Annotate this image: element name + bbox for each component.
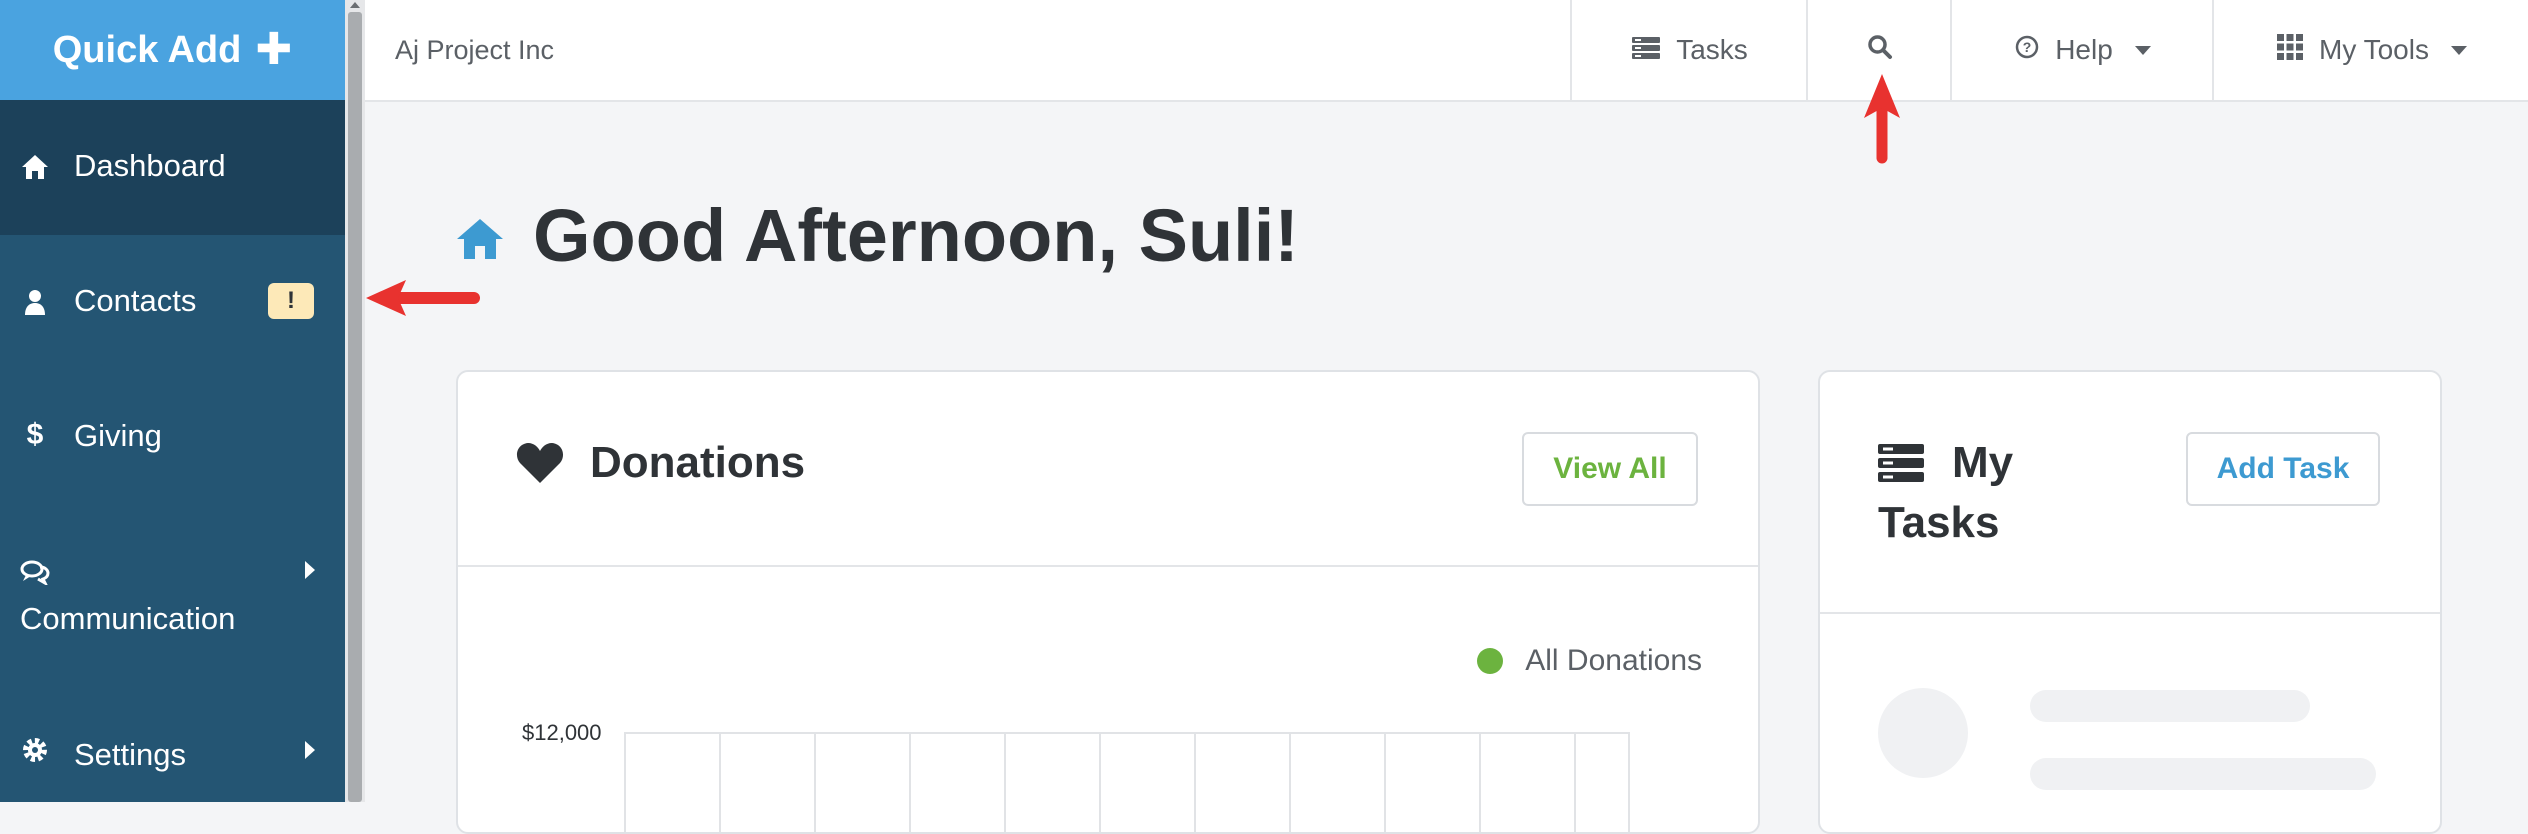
help-label: Help (2055, 34, 2113, 65)
scrollbar-thumb[interactable] (348, 12, 362, 802)
chevron-right-icon (305, 561, 315, 579)
view-all-button[interactable]: View All (1522, 432, 1698, 506)
quick-add-label: Quick Add (52, 28, 242, 71)
sidebar-item-label: Dashboard (74, 148, 226, 183)
scroll-up-arrow-icon[interactable] (350, 2, 360, 8)
organization-name: Aj Project Inc (395, 35, 555, 65)
page-title: Good Afternoon, Suli! (455, 190, 1299, 280)
sidebar-item-communication[interactable]: Communication (0, 505, 345, 685)
y-axis-tick-label: $12,000 (522, 720, 602, 745)
grid-icon (2277, 33, 2304, 67)
chat-icon (20, 557, 50, 587)
sidebar-item-giving[interactable]: $ Giving (0, 370, 345, 505)
dollar-icon: $ (26, 418, 44, 451)
donations-title: Donations (590, 438, 806, 487)
heart-icon (516, 440, 564, 489)
donations-chart-grid (624, 732, 1630, 832)
my-tasks-card: My Tasks Add Task (1818, 370, 2442, 834)
skeleton-avatar (1878, 688, 1968, 778)
donations-card: Donations View All All Donations $12,000 (456, 370, 1760, 834)
home-icon (455, 193, 505, 278)
sidebar-item-label: Giving (74, 418, 162, 453)
home-icon (20, 152, 50, 182)
tasks-icon (1632, 34, 1661, 66)
quick-add-button[interactable]: Quick Add ✚ (0, 0, 345, 100)
my-tools-label: My Tools (2319, 34, 2429, 65)
sidebar-item-dashboard[interactable]: Dashboard (0, 100, 345, 235)
greeting-text: Good Afternoon, Suli! (533, 193, 1299, 277)
my-tasks-title-line2: Tasks (1878, 498, 2000, 547)
help-menu[interactable]: ? Help (1950, 0, 2214, 100)
caret-down-icon (2134, 45, 2151, 55)
card-divider (458, 565, 1758, 567)
chevron-right-icon (305, 741, 315, 759)
skeleton-line (2030, 690, 2310, 722)
search-icon (1867, 34, 1893, 67)
caret-down-icon (2450, 45, 2467, 55)
contacts-alert-badge: ! (268, 283, 314, 319)
chart-legend: All Donations (1477, 644, 1702, 678)
add-task-button[interactable]: Add Task (2186, 432, 2380, 506)
tasks-button[interactable]: Tasks (1570, 0, 1808, 100)
sidebar-item-settings[interactable]: Settings (0, 685, 345, 802)
card-divider (1820, 612, 2440, 614)
my-tools-menu[interactable]: My Tools (2212, 0, 2528, 100)
svg-text:?: ? (2023, 39, 2032, 55)
sidebar-item-label: Contacts (74, 283, 197, 318)
legend-label: All Donations (1525, 644, 1702, 677)
tasks-icon (1878, 444, 1924, 487)
top-bar: Aj Project Inc Tasks ? Help My Tools (365, 0, 2528, 102)
legend-dot (1477, 648, 1504, 674)
help-icon: ? (2015, 34, 2039, 66)
plus-icon: ✚ (255, 25, 293, 74)
tasks-label: Tasks (1676, 34, 1748, 65)
annotation-arrow-up (1864, 74, 1900, 164)
sidebar: Quick Add ✚ Dashboard Contacts ! $ Givin… (0, 0, 345, 802)
my-tasks-title-line1: My (1952, 438, 2014, 487)
skeleton-line (2030, 758, 2376, 790)
sidebar-item-label: Communication (20, 601, 236, 636)
gear-icon (20, 735, 50, 765)
annotation-arrow-left (366, 280, 480, 316)
user-icon (20, 287, 50, 317)
sidebar-item-label: Settings (74, 737, 187, 772)
